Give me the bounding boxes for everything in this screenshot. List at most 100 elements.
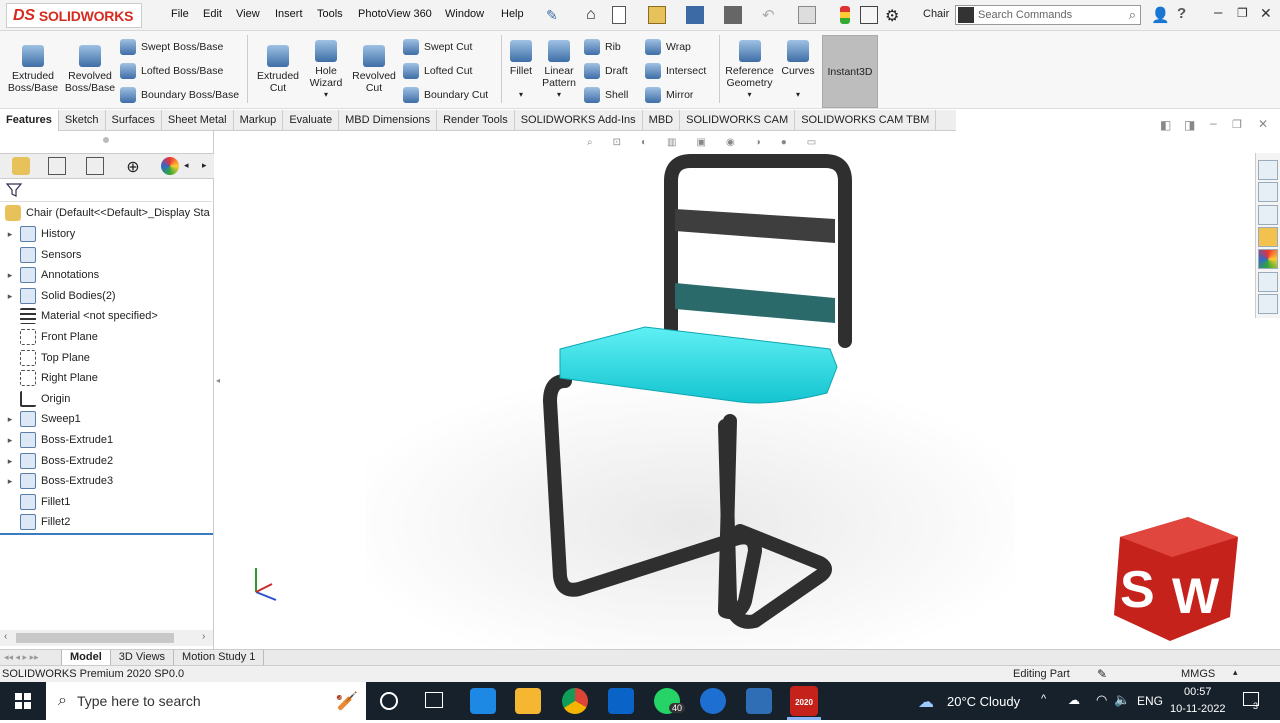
linear-pattern-button[interactable]: Linear Pattern ▾ bbox=[539, 40, 579, 101]
select-icon[interactable] bbox=[798, 6, 816, 24]
menu-file[interactable]: File bbox=[171, 8, 189, 20]
weather-text[interactable]: 20°C Cloudy bbox=[947, 694, 1020, 709]
tab-addins[interactable]: SOLIDWORKS Add-Ins bbox=[515, 110, 643, 131]
instant3d-button[interactable]: Instant3D bbox=[822, 35, 878, 108]
solidworks-taskbar-icon[interactable]: 2020 bbox=[790, 686, 818, 716]
revolved-boss-button[interactable]: Revolved Boss/Base bbox=[62, 45, 118, 94]
save-icon[interactable] bbox=[686, 6, 704, 24]
fm-horizontal-scrollbar[interactable]: ‹ › bbox=[0, 630, 213, 646]
help-icon[interactable]: ? bbox=[1177, 5, 1186, 22]
start-button[interactable] bbox=[0, 682, 46, 720]
doc-close-icon[interactable]: ✕ bbox=[1258, 117, 1268, 131]
file-explorer-icon[interactable] bbox=[1258, 205, 1278, 225]
language-indicator[interactable]: ENG bbox=[1137, 694, 1163, 708]
weather-cloud-icon[interactable]: ☁ bbox=[918, 692, 934, 712]
clock-date[interactable]: 10-11-2022 bbox=[1170, 703, 1225, 715]
units-dropdown-icon[interactable]: ▴ bbox=[1233, 667, 1238, 678]
tree-root[interactable]: Chair (Default<<Default>_Display Sta bbox=[0, 203, 214, 223]
revolved-cut-button[interactable]: Revolved Cut bbox=[350, 45, 398, 94]
design-library-icon[interactable] bbox=[1258, 182, 1278, 202]
tab-scroll-left-icon[interactable]: ◂ bbox=[184, 160, 189, 171]
forum-icon[interactable] bbox=[1258, 294, 1278, 314]
zoom-area-icon[interactable]: ⊡ bbox=[613, 137, 621, 149]
tab-render-tools[interactable]: Render Tools bbox=[437, 110, 515, 131]
photos-icon[interactable] bbox=[746, 688, 772, 714]
tree-item-origin[interactable]: Origin bbox=[0, 389, 214, 409]
draft-button[interactable]: Draft bbox=[584, 63, 628, 79]
swept-boss-button[interactable]: Swept Boss/Base bbox=[120, 39, 223, 55]
menu-insert[interactable]: Insert bbox=[275, 8, 303, 20]
options-gear-icon[interactable]: ⚙ bbox=[885, 6, 903, 25]
wifi-icon[interactable]: ◠ bbox=[1096, 692, 1107, 708]
home-icon[interactable]: ⌂ bbox=[586, 6, 604, 24]
print-icon[interactable] bbox=[724, 6, 742, 24]
units-text[interactable]: MMGS bbox=[1181, 668, 1215, 680]
tree-item-boss-extrude1[interactable]: ▸ Boss-Extrude1 bbox=[0, 430, 214, 450]
file-explorer-taskbar-icon[interactable] bbox=[515, 688, 541, 714]
tree-item-boss-extrude3[interactable]: ▸ Boss-Extrude3 bbox=[0, 471, 214, 491]
hide-show-icon[interactable]: ◑ bbox=[755, 137, 761, 149]
tab-mbd[interactable]: MBD bbox=[643, 110, 681, 131]
section-view-icon[interactable]: ▥ bbox=[667, 137, 676, 149]
extruded-cut-button[interactable]: Extruded Cut bbox=[252, 45, 304, 94]
undo-icon[interactable]: ↶ bbox=[762, 6, 780, 24]
menu-window[interactable]: Window bbox=[445, 8, 484, 20]
tab-scroll-right-icon[interactable]: ▸ bbox=[202, 160, 207, 171]
lofted-cut-button[interactable]: Lofted Cut bbox=[403, 63, 472, 79]
fillet-button[interactable]: Fillet ▾ bbox=[505, 40, 537, 101]
taskbar-search-input[interactable]: Type here to search bbox=[77, 693, 201, 709]
expand-arrow-icon[interactable]: ▸ bbox=[0, 476, 20, 487]
tree-item-history[interactable]: ▸ History bbox=[0, 224, 214, 244]
zoom-to-fit-icon[interactable]: ⌕ bbox=[587, 137, 593, 149]
curves-button[interactable]: Curves ▾ bbox=[779, 40, 817, 101]
display-style-icon[interactable]: ◉ bbox=[726, 137, 735, 149]
tree-item-fillet2[interactable]: Fillet2 bbox=[0, 512, 214, 532]
chrome-icon[interactable] bbox=[562, 688, 588, 714]
tab-sketch[interactable]: Sketch bbox=[59, 110, 106, 131]
pin-icon[interactable]: ✎ bbox=[546, 7, 558, 24]
expand-arrow-icon[interactable]: ▸ bbox=[0, 456, 20, 467]
scroll-left-icon[interactable]: ‹ bbox=[4, 631, 7, 642]
boundary-cut-button[interactable]: Boundary Cut bbox=[403, 87, 488, 103]
fm-splitter-icon[interactable] bbox=[103, 137, 109, 143]
tree-item-fillet1[interactable]: Fillet1 bbox=[0, 492, 214, 512]
tree-item-front-plane[interactable]: Front Plane bbox=[0, 327, 214, 347]
tile-left-icon[interactable]: ◧ bbox=[1160, 118, 1171, 132]
expand-arrow-icon[interactable]: ▸ bbox=[0, 229, 20, 240]
panel-collapse-icon[interactable]: ◂ bbox=[216, 376, 220, 385]
file-properties-icon[interactable] bbox=[860, 6, 878, 24]
task-view-icon[interactable] bbox=[425, 692, 443, 708]
boundary-boss-button[interactable]: Boundary Boss/Base bbox=[120, 87, 239, 103]
tab-markup[interactable]: Markup bbox=[234, 110, 284, 131]
restore-icon[interactable]: ❐ bbox=[1237, 6, 1248, 20]
doc-minimize-icon[interactable]: – bbox=[1210, 116, 1217, 130]
tab-cam[interactable]: SOLIDWORKS CAM bbox=[680, 110, 796, 131]
tab-evaluate[interactable]: Evaluate bbox=[283, 110, 340, 131]
scene-icon[interactable]: ▭ bbox=[807, 137, 816, 149]
swept-cut-button[interactable]: Swept Cut bbox=[403, 39, 472, 55]
sw-resources-icon[interactable] bbox=[1258, 160, 1278, 180]
user-icon[interactable]: 👤 bbox=[1151, 6, 1170, 24]
menu-tools[interactable]: Tools bbox=[317, 8, 343, 20]
search-magnifier-icon[interactable]: ⌕ bbox=[1129, 7, 1136, 23]
tray-expand-icon[interactable]: ^ bbox=[1041, 693, 1046, 705]
minimize-icon[interactable]: – bbox=[1214, 4, 1222, 21]
rollback-bar[interactable] bbox=[0, 533, 213, 535]
appearance-icon[interactable]: ● bbox=[781, 137, 787, 149]
custom-properties-icon[interactable] bbox=[1258, 272, 1278, 292]
mail-icon[interactable] bbox=[608, 688, 634, 714]
open-icon[interactable] bbox=[648, 6, 666, 24]
tab-cam-tbm[interactable]: SOLIDWORKS CAM TBM bbox=[795, 110, 937, 131]
chair-model[interactable] bbox=[215, 131, 1255, 649]
lofted-boss-button[interactable]: Lofted Boss/Base bbox=[120, 63, 223, 79]
wrap-button[interactable]: Wrap bbox=[645, 39, 691, 55]
intersect-button[interactable]: Intersect bbox=[645, 63, 706, 79]
tab-mbd-dimensions[interactable]: MBD Dimensions bbox=[339, 110, 438, 131]
tree-item-solid-bodies[interactable]: ▸ Solid Bodies(2) bbox=[0, 286, 214, 306]
search-commands[interactable]: Search Commands ⌕ bbox=[955, 5, 1141, 25]
tab-sheet-metal[interactable]: Sheet Metal bbox=[162, 110, 234, 131]
scrollbar-thumb[interactable] bbox=[16, 633, 174, 643]
tree-item-top-plane[interactable]: Top Plane bbox=[0, 348, 214, 368]
property-manager-tab-icon[interactable] bbox=[48, 157, 66, 175]
close-icon[interactable]: ✕ bbox=[1260, 5, 1272, 22]
